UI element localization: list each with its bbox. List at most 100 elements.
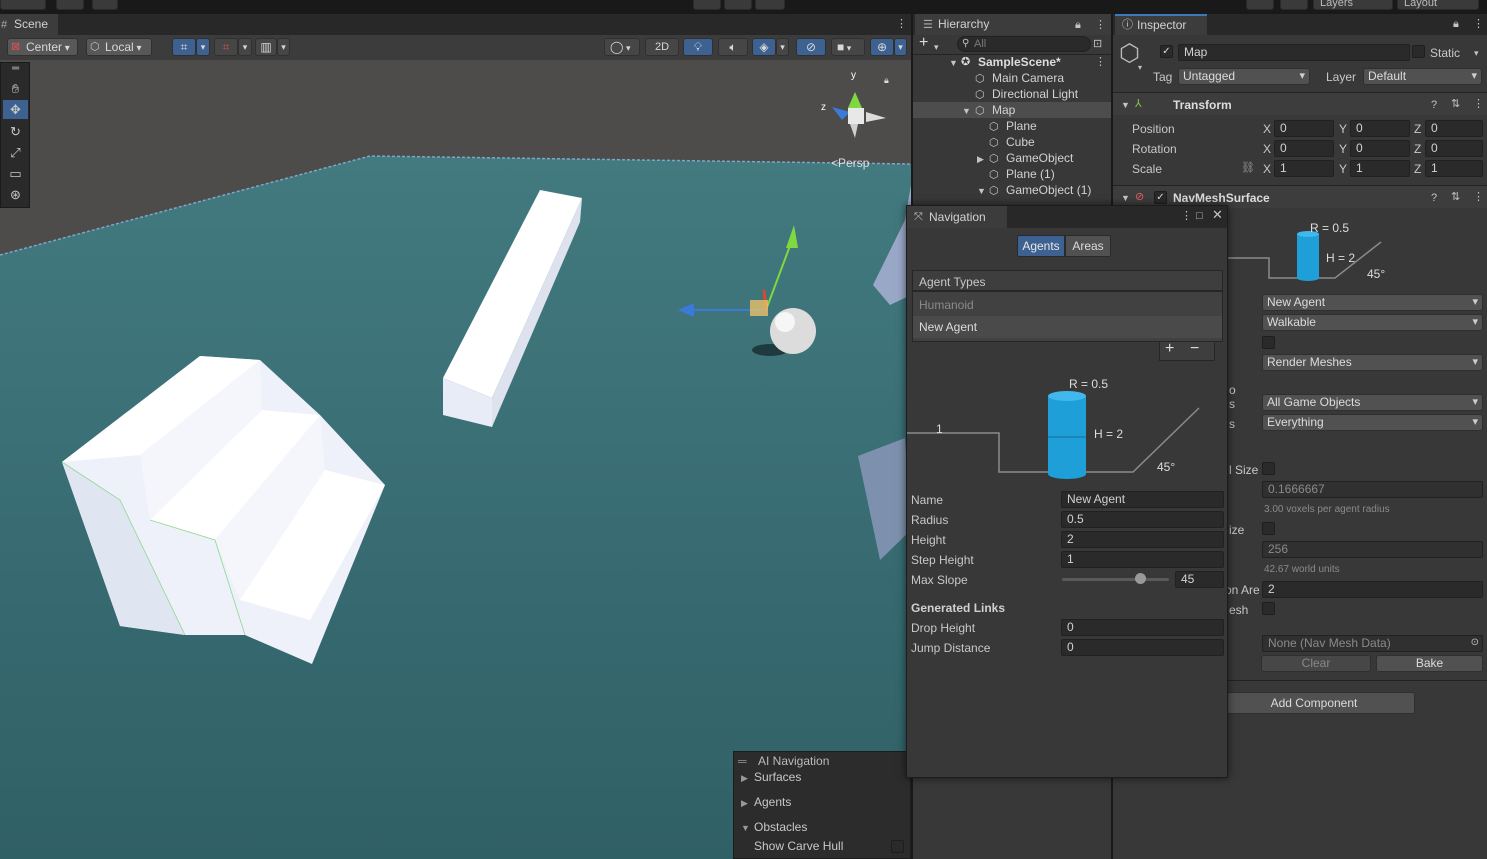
- ruler-dropdown[interactable]: ▾: [277, 38, 290, 56]
- layer-dropdown[interactable]: Default: [1363, 68, 1482, 85]
- jump-distance-input[interactable]: 0: [1061, 639, 1224, 656]
- search-options-icon[interactable]: ⊡: [1093, 37, 1102, 51]
- help-icon[interactable]: ?: [1431, 98, 1437, 112]
- hierarchy-item-gameobject-1[interactable]: GameObject (1): [1006, 182, 1091, 198]
- object-picker-icon[interactable]: ⊙: [1471, 636, 1479, 650]
- max-slope-track[interactable]: [1062, 578, 1169, 581]
- pivot-local-dropdown[interactable]: ⬡ Local ▾: [86, 38, 152, 56]
- layers-dropdown[interactable]: Layers: [1313, 0, 1393, 10]
- add-component-button[interactable]: Add Component: [1213, 692, 1415, 714]
- grid-snap-dropdown[interactable]: ▾: [196, 38, 210, 56]
- move-gizmo-plane-handle[interactable]: [750, 300, 768, 316]
- obstacles-foldout[interactable]: Obstacles: [754, 820, 807, 834]
- agent-height-input[interactable]: 2: [1061, 531, 1224, 548]
- gizmos-toggle[interactable]: ⊕: [870, 38, 894, 56]
- hierarchy-item-plane[interactable]: Plane: [1006, 118, 1037, 134]
- hierarchy-item-map[interactable]: Map: [992, 102, 1015, 118]
- hidden-objects-toggle[interactable]: ⊘: [796, 38, 826, 56]
- history-button[interactable]: [1246, 0, 1274, 10]
- hierarchy-item-directional-light[interactable]: Directional Light: [992, 86, 1078, 102]
- settings-button[interactable]: [92, 0, 118, 10]
- tab-hierarchy[interactable]: ☰ Hierarchy 🔒︎ ⋮: [915, 14, 1111, 35]
- hand-tool-icon[interactable]: ✋︎: [3, 79, 28, 98]
- help-icon[interactable]: ?: [1431, 191, 1437, 205]
- layout-dropdown[interactable]: Layout: [1397, 0, 1479, 10]
- draw-mode-dropdown[interactable]: ◯ ▾: [604, 38, 640, 56]
- transform-foldout-icon[interactable]: ▼: [1121, 98, 1130, 112]
- presets-icon[interactable]: ⇅: [1451, 190, 1460, 204]
- component-kebab-icon[interactable]: ⋮: [1473, 97, 1484, 111]
- include-layers-dropdown[interactable]: Everything: [1262, 414, 1483, 431]
- override-tile-checkbox[interactable]: [1262, 522, 1275, 535]
- remove-agent-button[interactable]: −: [1190, 341, 1199, 357]
- cloud-button[interactable]: [56, 0, 84, 10]
- agents-foldout-icon[interactable]: ▶: [741, 796, 748, 810]
- position-x-input[interactable]: 0: [1274, 120, 1334, 137]
- kebab-menu-icon[interactable]: ⋮: [1095, 18, 1106, 32]
- scene-root-item[interactable]: SampleScene*: [978, 54, 1061, 70]
- min-region-input[interactable]: 2: [1262, 581, 1483, 598]
- tab-navigation[interactable]: ⤧ Navigation: [907, 206, 1007, 228]
- tab-scene[interactable]: # Scene: [0, 14, 58, 35]
- kebab-menu-icon[interactable]: ⋮: [1181, 209, 1192, 223]
- kebab-menu-icon[interactable]: ⋮: [896, 17, 907, 31]
- scene-viewport[interactable]: [0, 60, 911, 859]
- add-agent-button[interactable]: +: [1165, 341, 1174, 357]
- gizmos-dropdown[interactable]: ▾: [894, 38, 907, 56]
- lock-icon[interactable]: 🔒︎: [884, 73, 889, 87]
- hierarchy-search-input[interactable]: ⚲ All: [957, 36, 1091, 52]
- snap-increment-button[interactable]: ⌗: [214, 38, 238, 56]
- maximize-icon[interactable]: □: [1196, 209, 1203, 223]
- lighting-toggle-button[interactable]: 💡︎: [683, 38, 713, 56]
- collect-objects-dropdown[interactable]: All Game Objects: [1262, 394, 1483, 411]
- gameobject1-foldout-icon[interactable]: ▼: [977, 184, 986, 198]
- scale-y-input[interactable]: 1: [1350, 160, 1410, 177]
- max-slope-thumb[interactable]: [1134, 573, 1146, 584]
- account-dropdown[interactable]: [0, 0, 46, 10]
- navmesh-data-field[interactable]: None (Nav Mesh Data) ⊙: [1262, 635, 1483, 652]
- clear-button[interactable]: Clear: [1261, 655, 1371, 672]
- scale-tool-icon[interactable]: ⤢: [3, 143, 28, 162]
- rotate-tool-icon[interactable]: ↻: [3, 122, 28, 141]
- rotation-z-input[interactable]: 0: [1425, 140, 1483, 157]
- override-voxel-checkbox[interactable]: [1262, 462, 1275, 475]
- overlay-drag-icon[interactable]: ═: [738, 754, 747, 768]
- static-checkbox[interactable]: [1412, 45, 1425, 58]
- agent-name-input[interactable]: New Agent: [1061, 491, 1224, 508]
- ruler-button[interactable]: ▥: [255, 38, 277, 56]
- move-tool-icon[interactable]: ✥: [3, 100, 28, 119]
- scene-foldout-icon[interactable]: ▼: [949, 56, 958, 70]
- drag-handle-icon[interactable]: ═: [3, 64, 28, 74]
- hierarchy-item-main-camera[interactable]: Main Camera: [992, 70, 1064, 86]
- rotation-x-input[interactable]: 0: [1274, 140, 1334, 157]
- grid-snap-button[interactable]: ⌗: [172, 38, 196, 56]
- gameobject-foldout-icon[interactable]: ▶: [977, 152, 984, 166]
- orient-gizmo-center[interactable]: [848, 108, 864, 124]
- surfaces-foldout-icon[interactable]: ▶: [741, 771, 748, 785]
- build-height-mesh-checkbox[interactable]: [1262, 602, 1275, 615]
- pause-button[interactable]: [724, 0, 752, 10]
- icon-dropdown-icon[interactable]: ▾: [1138, 61, 1142, 75]
- constrain-proportions-icon[interactable]: ⛓︎: [1241, 161, 1255, 175]
- effects-dropdown[interactable]: ▾: [776, 38, 789, 56]
- close-icon[interactable]: ✕: [1212, 208, 1223, 222]
- transform-tool-icon[interactable]: ⊛: [3, 185, 28, 204]
- hierarchy-item-plane-1[interactable]: Plane (1): [1006, 166, 1055, 182]
- max-slope-input[interactable]: 45: [1175, 571, 1224, 588]
- show-carve-hull-checkbox[interactable]: [891, 840, 904, 853]
- surfaces-foldout[interactable]: Surfaces: [754, 770, 801, 784]
- position-z-input[interactable]: 0: [1425, 120, 1483, 137]
- tab-inspector[interactable]: ⓘ Inspector: [1115, 14, 1207, 35]
- step-button[interactable]: [755, 0, 785, 10]
- tab-agents[interactable]: Agents: [1017, 235, 1065, 257]
- kebab-menu-icon[interactable]: ⋮: [1473, 17, 1484, 31]
- hierarchy-item-gameobject[interactable]: GameObject: [1006, 150, 1073, 166]
- tile-size-input[interactable]: 256: [1262, 541, 1483, 558]
- agent-type-new-agent[interactable]: New Agent: [919, 320, 977, 334]
- navmesh-enabled-checkbox[interactable]: ✓: [1154, 191, 1167, 204]
- presets-icon[interactable]: ⇅: [1451, 97, 1460, 111]
- play-button[interactable]: [693, 0, 721, 10]
- static-dropdown-icon[interactable]: ▾: [1474, 46, 1479, 60]
- use-geometry-dropdown[interactable]: Render Meshes: [1262, 354, 1483, 371]
- add-plus-icon[interactable]: +: [919, 35, 928, 51]
